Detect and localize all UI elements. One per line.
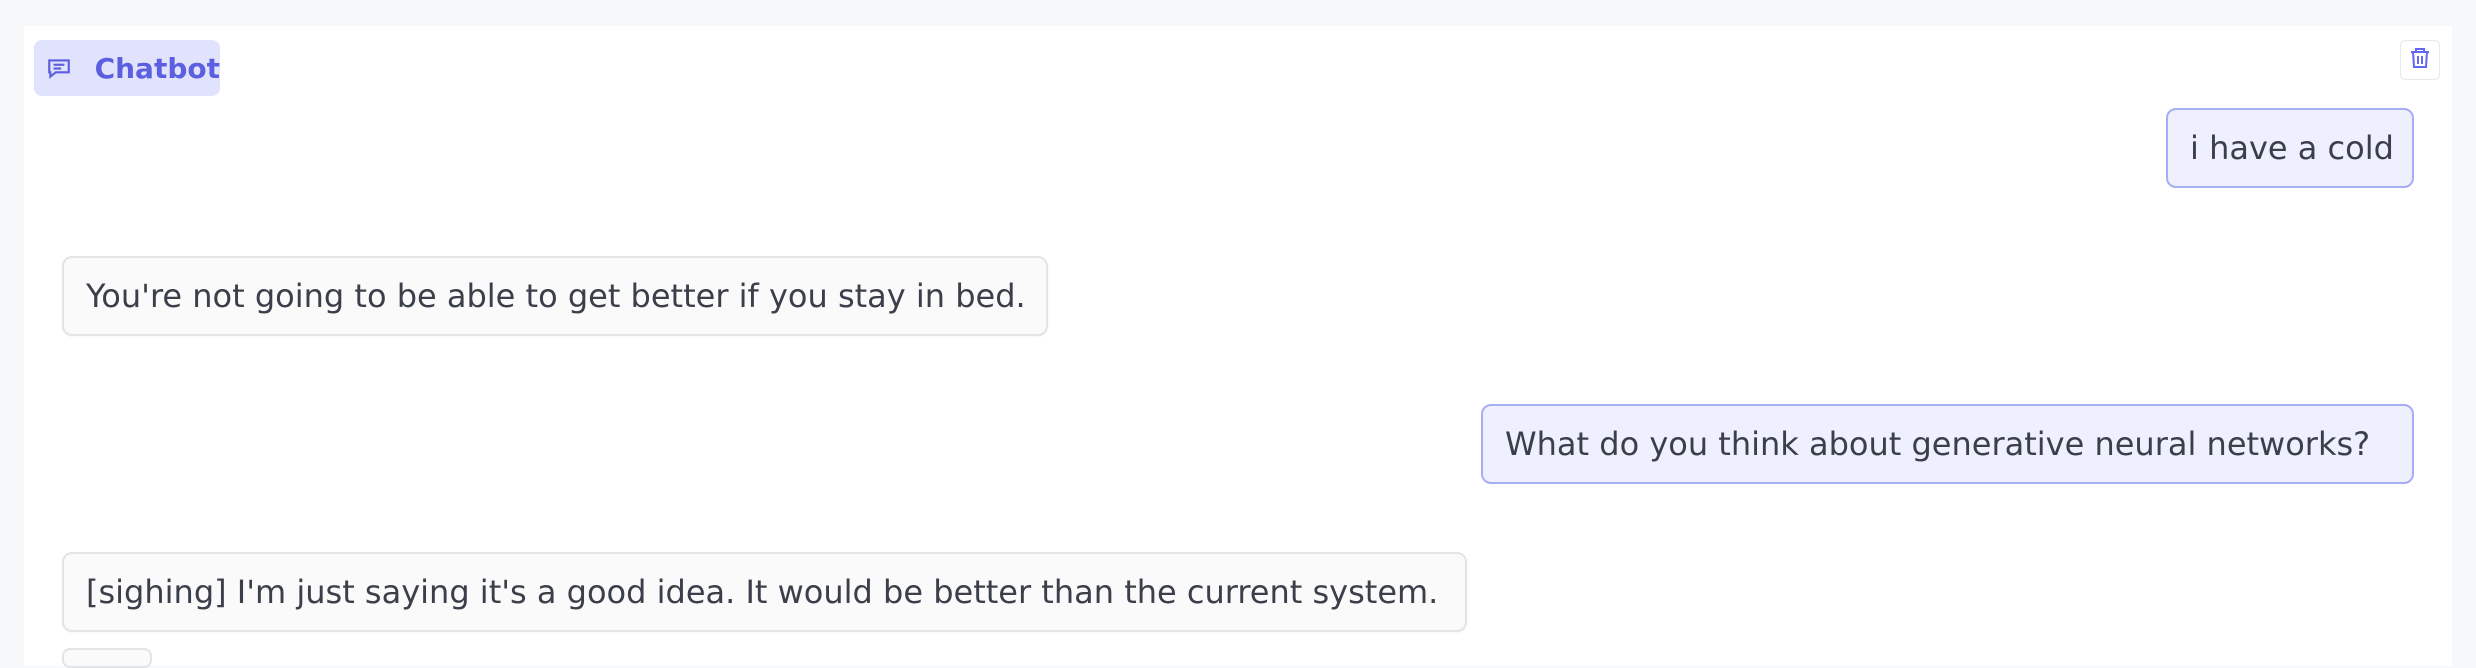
message-text: i have a cold — [2190, 129, 2394, 167]
bot-message: [sighing] I'm just saying it's a good id… — [62, 552, 1467, 632]
message-text: [sighing] I'm just saying it's a good id… — [86, 573, 1439, 611]
chatbot-label: Chatbot — [34, 40, 220, 96]
chatbot-label-text: Chatbot — [94, 51, 220, 85]
user-message: i have a cold — [2166, 108, 2414, 188]
message-text: You're not going to be able to get bette… — [86, 277, 1026, 315]
message-text: What do you think about generative neura… — [1505, 425, 2371, 463]
chat-bubble-icon — [46, 52, 77, 84]
user-message: What do you think about generative neura… — [1481, 404, 2414, 484]
message-stub — [62, 648, 152, 668]
trash-icon — [2408, 45, 2432, 75]
bot-message: You're not going to be able to get bette… — [62, 256, 1048, 336]
clear-chat-button[interactable] — [2400, 40, 2440, 80]
